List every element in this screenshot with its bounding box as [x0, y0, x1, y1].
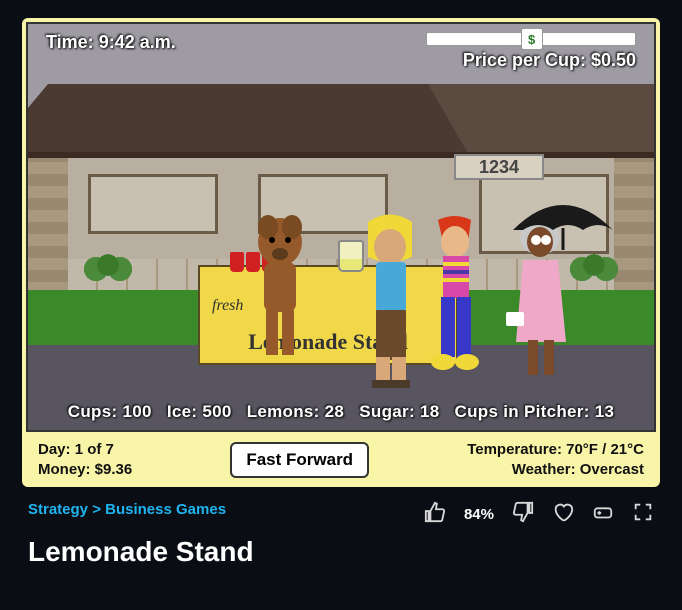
house-address: 1234 — [454, 154, 544, 180]
fast-forward-button[interactable]: Fast Forward — [230, 442, 369, 478]
status-bar: Day: 1 of 7 Money: $9.36 Fast Forward Te… — [26, 432, 656, 483]
rating-percent: 84% — [464, 506, 494, 523]
price-slider-track[interactable]: $ — [426, 32, 636, 46]
controller-icon[interactable] — [592, 501, 614, 528]
price-slider-knob[interactable]: $ — [521, 28, 543, 50]
fullscreen-icon[interactable] — [632, 501, 654, 528]
time-display: Time: 9:42 a.m. — [46, 32, 176, 53]
game-frame: Time: 9:42 a.m. $ Price per Cup: $0.50 1… — [22, 18, 660, 487]
breadcrumb-category[interactable]: Strategy — [28, 501, 88, 518]
game-scene[interactable]: Time: 9:42 a.m. $ Price per Cup: $0.50 1… — [26, 22, 656, 432]
customer-character — [238, 212, 323, 392]
price-display: Price per Cup: $0.50 — [426, 50, 636, 71]
plant-decoration — [78, 245, 138, 285]
inventory-display: Cups: 100 Ice: 500 Lemons: 28 Sugar: 18 … — [28, 402, 654, 422]
heart-icon[interactable] — [552, 501, 574, 528]
umbrella-icon — [503, 190, 623, 250]
breadcrumb-subcategory[interactable]: Business Games — [105, 501, 226, 518]
customer-character — [413, 212, 498, 392]
game-title: Lemonade Stand — [28, 536, 654, 568]
thumbs-up-icon[interactable] — [424, 501, 446, 528]
thumbs-down-icon[interactable] — [512, 501, 534, 528]
